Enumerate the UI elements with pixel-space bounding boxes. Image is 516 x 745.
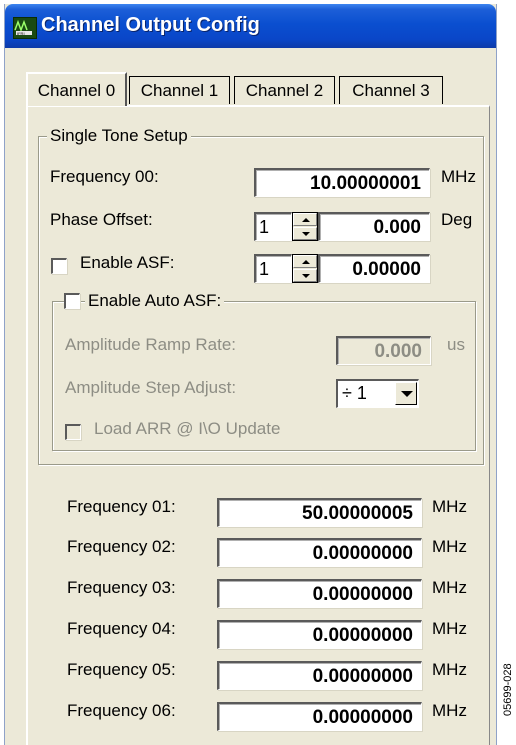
arrow-down-icon: [302, 232, 310, 236]
phase-offset-step-input[interactable]: 1: [254, 212, 292, 241]
step-adjust-value: ÷ 1: [342, 383, 367, 403]
asf-step-input[interactable]: 1: [254, 254, 292, 283]
frequency-01-input[interactable]: 50.00000005: [217, 498, 422, 527]
frequency-02-label: Frequency 02:: [67, 537, 176, 556]
load-arr-checkbox[interactable]: [65, 424, 81, 440]
asf-spinner[interactable]: [292, 254, 318, 283]
phase-offset-input[interactable]: 0.000: [318, 212, 430, 241]
frequency-06-unit: MHz: [432, 701, 467, 720]
spin-down-button[interactable]: [293, 269, 317, 282]
spin-down-button[interactable]: [293, 227, 317, 240]
phase-offset-unit: Deg: [441, 210, 473, 229]
tab-channel-2[interactable]: Channel 2: [234, 76, 335, 104]
frequency-05-unit: MHz: [432, 660, 467, 679]
frequency-04-unit: MHz: [432, 619, 467, 638]
chevron-down-icon: [401, 391, 413, 397]
frequency-06-input[interactable]: 0.00000000: [217, 702, 422, 731]
step-adjust-select[interactable]: ÷ 1: [336, 379, 419, 408]
tab-channel-0[interactable]: Channel 0: [26, 72, 127, 106]
auto-asf-group: Enable Auto ASF: Amplitude Ramp Rate: 0.…: [52, 291, 476, 451]
spin-up-button[interactable]: [293, 213, 317, 226]
title-bar[interactable]: ІFRI Channel Output Config: [5, 4, 496, 48]
enable-auto-asf-checkbox[interactable]: [64, 293, 80, 309]
frequency-01-label: Frequency 01:: [67, 497, 176, 516]
frequency-04-label: Frequency 04:: [67, 619, 176, 638]
tab-channel-1[interactable]: Channel 1: [129, 76, 230, 104]
arrow-up-icon: [302, 218, 310, 222]
ramp-rate-unit: us: [447, 335, 465, 354]
frequency-05-input[interactable]: 0.00000000: [217, 661, 422, 690]
dropdown-button[interactable]: [395, 382, 417, 405]
ramp-rate-label: Amplitude Ramp Rate:: [65, 335, 237, 354]
arrow-down-icon: [302, 274, 310, 278]
tab-channel-3[interactable]: Channel 3: [339, 76, 443, 104]
tab-panel: Single Tone Setup Frequency 00: 10.00000…: [26, 105, 490, 745]
figure-code: 05699-028: [502, 663, 514, 717]
frequency-03-label: Frequency 03:: [67, 578, 176, 597]
spin-up-button[interactable]: [293, 255, 317, 268]
config-window: ІFRI Channel Output Config Channel 0 Cha…: [4, 4, 497, 745]
frequency-02-input[interactable]: 0.00000000: [217, 538, 422, 567]
load-arr-label: Load ARR @ I\O Update: [94, 419, 281, 438]
frequency-02-unit: MHz: [432, 537, 467, 556]
single-tone-legend: Single Tone Setup: [47, 126, 191, 146]
frequency-05-label: Frequency 05:: [67, 660, 176, 679]
single-tone-group: Single Tone Setup Frequency 00: 10.00000…: [38, 126, 484, 465]
enable-auto-asf-label: Enable Auto ASF:: [85, 291, 225, 311]
frequency-01-unit: MHz: [432, 497, 467, 516]
frequency-00-input[interactable]: 10.00000001: [254, 168, 430, 197]
frequency-03-unit: MHz: [432, 578, 467, 597]
phase-offset-label: Phase Offset:: [50, 210, 153, 229]
asf-value-input[interactable]: 0.00000: [318, 254, 430, 283]
frequency-06-label: Frequency 06:: [67, 701, 176, 720]
frequency-00-label: Frequency 00:: [50, 167, 159, 186]
window-title: Channel Output Config: [41, 14, 260, 36]
step-adjust-label: Amplitude Step Adjust:: [65, 378, 237, 397]
frequency-00-unit: MHz: [441, 167, 476, 186]
enable-asf-checkbox[interactable]: [51, 258, 67, 274]
ramp-rate-input[interactable]: 0.000: [336, 336, 431, 365]
arrow-up-icon: [302, 260, 310, 264]
frequency-03-input[interactable]: 0.00000000: [217, 579, 422, 608]
enable-asf-label: Enable ASF:: [80, 253, 175, 272]
frequency-04-input[interactable]: 0.00000000: [217, 620, 422, 649]
phase-offset-spinner[interactable]: [292, 212, 318, 241]
svg-text:ІFRI: ІFRI: [17, 31, 25, 36]
app-logo-icon: ІFRI: [13, 17, 37, 39]
